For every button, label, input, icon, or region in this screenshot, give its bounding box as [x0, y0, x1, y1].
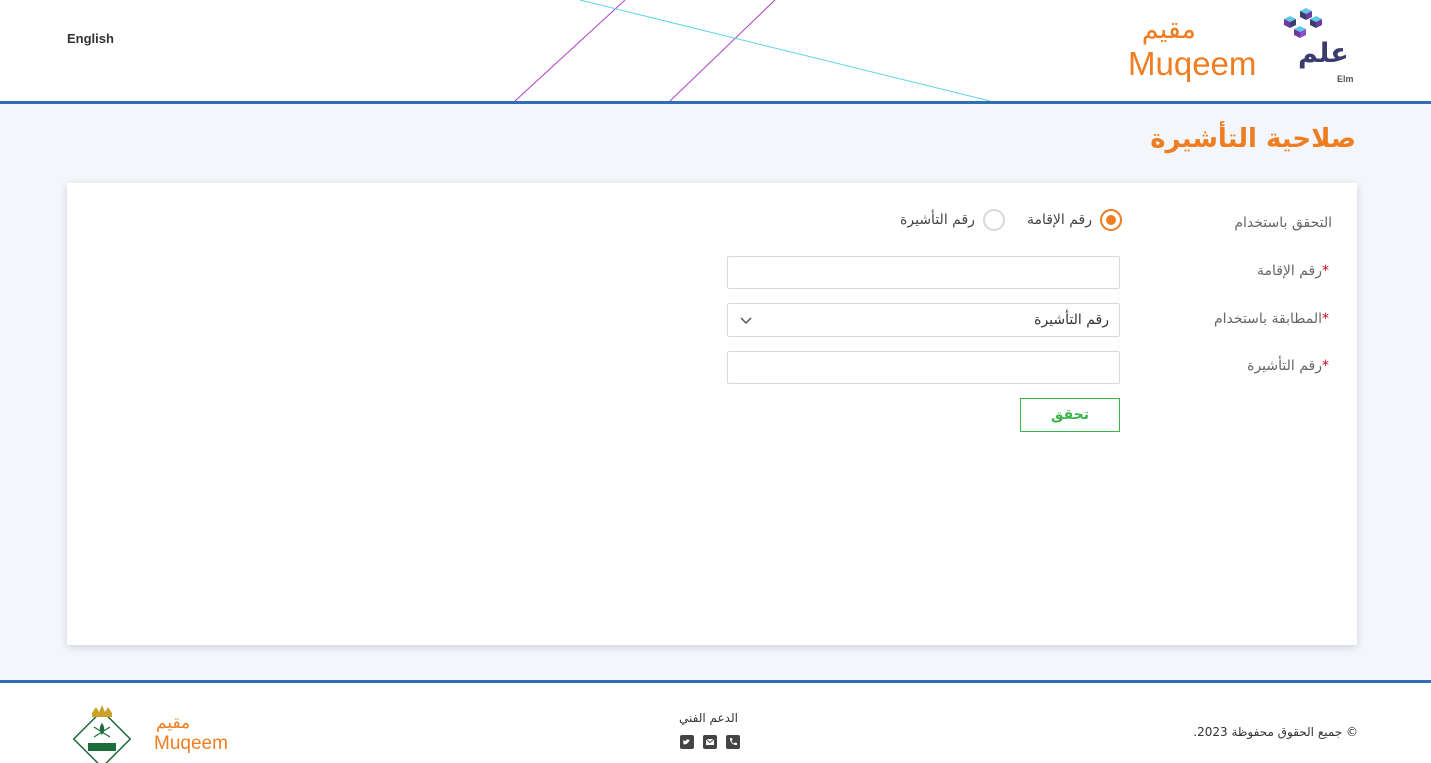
radio-label-visa-number: رقم التأشيرة	[900, 212, 975, 228]
muqeem-logo-english: Muqeem	[1128, 45, 1257, 82]
elm-logo[interactable]: علم Elm	[1276, 6, 1360, 88]
required-marker: *	[1322, 263, 1329, 279]
match-using-selected-value: رقم التأشيرة	[1034, 312, 1109, 328]
technical-support-title: الدعم الفني	[679, 711, 738, 725]
radio-option-visa-number[interactable]: رقم التأشيرة	[900, 209, 1005, 231]
muqeem-logo-arabic: مقيم	[1141, 14, 1196, 45]
visa-number-label-text: رقم التأشيرة	[1247, 358, 1322, 374]
elm-logo-english: Elm	[1337, 74, 1354, 84]
muqeem-logo[interactable]: مقيم Muqeem	[1128, 14, 1258, 86]
jawazat-emblem-icon	[72, 705, 132, 763]
iqama-number-input[interactable]	[727, 256, 1120, 289]
language-switch-link[interactable]: English	[67, 31, 114, 46]
required-marker: *	[1322, 358, 1329, 374]
footer-muqeem-logo-english: Muqeem	[154, 733, 228, 754]
phone-icon[interactable]	[726, 735, 740, 749]
radio-button-iqama-number[interactable]	[1100, 209, 1122, 231]
iqama-number-label: *رقم الإقامة	[1257, 263, 1332, 279]
iqama-number-label-text: رقم الإقامة	[1256, 263, 1322, 279]
visa-number-input[interactable]	[727, 351, 1120, 384]
support-icons	[680, 735, 740, 749]
visa-number-label: *رقم التأشيرة	[1247, 358, 1332, 374]
elm-logo-arabic: علم	[1298, 38, 1349, 69]
verify-button[interactable]: تحقق	[1020, 398, 1120, 432]
site-header: English مقيم Muqeem علم Elm	[0, 0, 1431, 104]
chevron-down-icon	[740, 317, 752, 325]
verify-using-radio-group: رقم الإقامة رقم التأشيرة	[900, 209, 1122, 231]
site-footer: © جميع الحقوق محفوظة 2023. الدعم الفني م…	[0, 680, 1431, 763]
radio-button-visa-number[interactable]	[982, 209, 1005, 231]
page-title: صلاحية التأشيرة	[1150, 124, 1356, 154]
twitter-icon[interactable]	[680, 735, 694, 749]
required-marker: *	[1322, 311, 1329, 327]
match-using-select[interactable]: رقم التأشيرة	[727, 303, 1120, 337]
radio-label-iqama-number: رقم الإقامة	[1026, 212, 1092, 228]
email-icon[interactable]	[703, 735, 717, 749]
verify-using-label: التحقق باستخدام	[1234, 215, 1332, 231]
match-using-label: *المطابقة باستخدام	[1214, 311, 1332, 327]
copyright-text: © جميع الحقوق محفوظة 2023.	[1193, 725, 1358, 739]
footer-muqeem-logo-arabic: مقيم	[156, 713, 191, 733]
visa-validity-form-card: التحقق باستخدام رقم الإقامة رقم التأشيرة…	[67, 183, 1357, 645]
footer-muqeem-logo[interactable]: مقيم Muqeem	[154, 713, 234, 755]
radio-option-iqama-number[interactable]: رقم الإقامة	[1027, 209, 1122, 231]
match-using-label-text: المطابقة باستخدام	[1214, 311, 1322, 327]
